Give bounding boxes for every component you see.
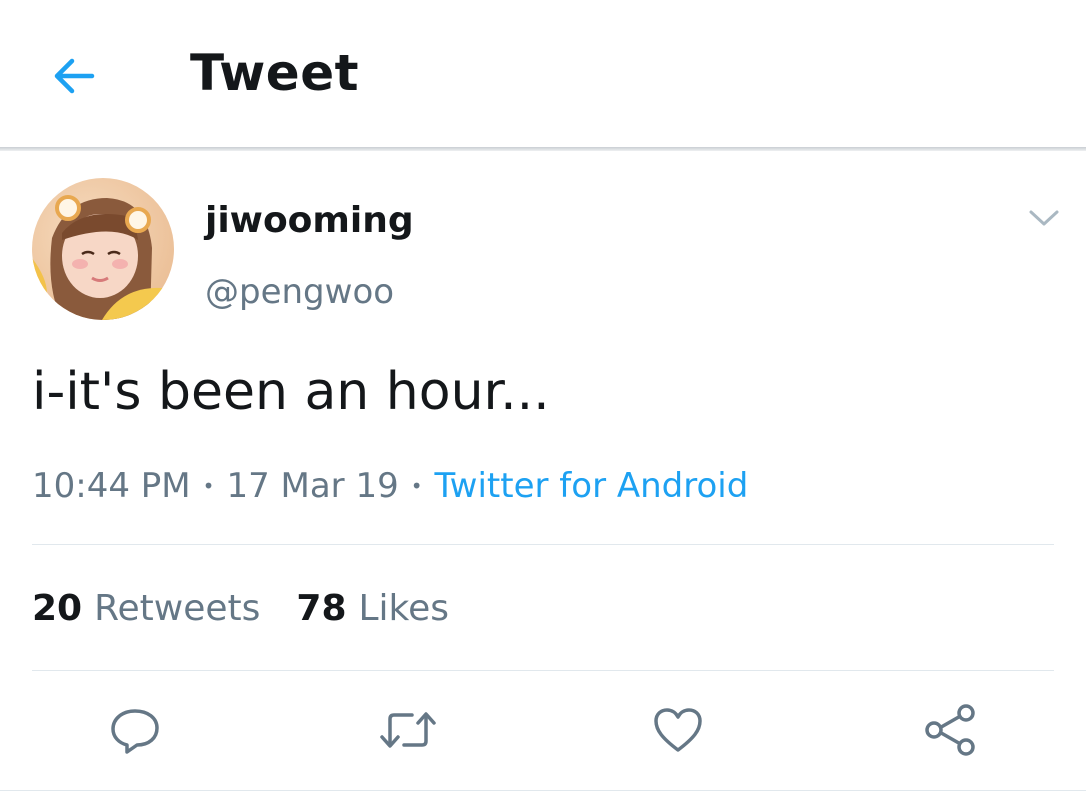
avatar[interactable] [32, 178, 174, 320]
divider [32, 670, 1054, 671]
likes-label: Likes [358, 588, 450, 629]
meta-separator: • [410, 474, 423, 498]
back-arrow-icon [54, 58, 95, 94]
divider [0, 790, 1086, 791]
profile-photo [32, 178, 174, 320]
page-title: Tweet [190, 44, 360, 102]
divider [32, 544, 1054, 545]
likes-stat[interactable]: 78 Likes [296, 588, 449, 629]
heart-icon [654, 708, 702, 752]
retweet-icon [380, 712, 436, 748]
tweet-time: 10:44 PM [32, 466, 191, 506]
retweets-stat[interactable]: 20 Retweets [32, 588, 260, 629]
share-button[interactable] [920, 700, 980, 760]
tweet-meta: 10:44 PM • 17 Mar 19 • Twitter for Andro… [32, 466, 748, 506]
tweet-menu-button[interactable] [1022, 200, 1066, 236]
tweet-date: 17 Mar 19 [226, 466, 399, 506]
tweet-source-link[interactable]: Twitter for Android [435, 466, 749, 506]
retweet-button[interactable] [378, 700, 438, 760]
like-button[interactable] [648, 700, 708, 760]
share-icon [925, 704, 975, 756]
tweet-stats: 20 Retweets 78 Likes [32, 588, 449, 629]
chevron-down-icon [1029, 210, 1059, 226]
top-app-bar: Tweet [0, 0, 1086, 148]
user-handle[interactable]: @pengwoo [205, 272, 394, 312]
likes-count: 78 [296, 588, 347, 629]
reply-button[interactable] [105, 700, 165, 760]
reply-icon [111, 709, 159, 754]
retweets-label: Retweets [94, 588, 261, 629]
meta-separator: • [202, 474, 215, 498]
display-name[interactable]: jiwooming [205, 200, 414, 241]
retweets-count: 20 [32, 588, 83, 629]
header-divider [0, 147, 1086, 151]
tweet-text: i-it's been an hour... [32, 362, 550, 422]
back-button[interactable] [42, 48, 106, 104]
